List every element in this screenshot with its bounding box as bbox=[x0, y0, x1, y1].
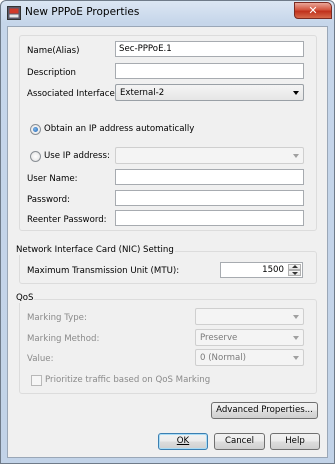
nic-group-title: Network Interface Card (NIC) Setting bbox=[15, 245, 175, 255]
marking-method-value: Preserve bbox=[200, 333, 238, 343]
mtu-spin-buttons bbox=[288, 264, 301, 276]
obtain-auto-radio[interactable] bbox=[30, 124, 41, 135]
marking-method-label: Marking Method: bbox=[27, 334, 100, 344]
chevron-down-icon bbox=[293, 154, 299, 158]
ok-button[interactable]: OK bbox=[158, 433, 208, 450]
title-bar[interactable]: New PPPoE Properties ✕ bbox=[1, 1, 334, 25]
marking-method-select[interactable]: Preserve bbox=[195, 329, 304, 346]
mtu-value: 1500 bbox=[262, 265, 284, 275]
associated-interface-select[interactable]: External-2 bbox=[115, 84, 304, 101]
description-input[interactable] bbox=[115, 63, 304, 79]
password-label: Password: bbox=[27, 195, 71, 205]
window-title: New PPPoE Properties bbox=[25, 6, 140, 18]
name-label: Name(Alias) bbox=[27, 46, 80, 56]
password-input[interactable] bbox=[115, 190, 304, 206]
username-input[interactable] bbox=[115, 169, 304, 185]
associated-interface-label: Associated Interface bbox=[27, 89, 115, 99]
name-input[interactable]: Sec-PPPoE.1 bbox=[115, 41, 304, 57]
chevron-down-icon bbox=[293, 91, 299, 95]
qos-group-title: QoS bbox=[15, 293, 35, 303]
dialog-body: Name(Alias) Sec-PPPoE.1 Description Asso… bbox=[7, 26, 328, 458]
marking-type-label: Marking Type: bbox=[27, 313, 87, 323]
description-label: Description bbox=[27, 68, 76, 78]
marking-type-select[interactable] bbox=[195, 308, 304, 325]
value-label: Value: bbox=[27, 354, 54, 364]
help-button[interactable]: Help bbox=[270, 433, 320, 450]
dialog-window: New PPPoE Properties ✕ Name(Alias) Sec-P… bbox=[0, 0, 335, 464]
use-ip-select[interactable] bbox=[115, 147, 304, 164]
spin-down-icon[interactable] bbox=[288, 270, 301, 276]
help-button-label: Help bbox=[285, 436, 305, 446]
mtu-spinner[interactable]: 1500 bbox=[220, 262, 303, 278]
close-icon: ✕ bbox=[308, 4, 318, 17]
use-ip-radio[interactable] bbox=[30, 151, 41, 162]
prioritize-label[interactable]: Prioritize traffic based on QoS Marking bbox=[45, 375, 210, 385]
reenter-password-label: Reenter Password: bbox=[27, 215, 107, 225]
chevron-down-icon bbox=[293, 315, 299, 319]
use-ip-label[interactable]: Use IP address: bbox=[44, 151, 110, 161]
cancel-button-label: Cancel bbox=[224, 436, 255, 446]
chevron-down-icon bbox=[293, 336, 299, 340]
cancel-button[interactable]: Cancel bbox=[214, 433, 265, 450]
value-select-value: 0 (Normal) bbox=[200, 353, 246, 363]
reenter-password-input[interactable] bbox=[115, 210, 304, 226]
obtain-auto-label[interactable]: Obtain an IP address automatically bbox=[44, 124, 194, 134]
prioritize-checkbox[interactable] bbox=[31, 375, 42, 386]
ok-button-label: OK bbox=[176, 436, 190, 446]
mtu-label: Maximum Transmission Unit (MTU): bbox=[27, 266, 180, 276]
app-icon bbox=[7, 6, 21, 20]
close-button[interactable]: ✕ bbox=[294, 2, 332, 19]
username-label: User Name: bbox=[27, 174, 78, 184]
advanced-properties-button[interactable]: Advanced Properties... bbox=[211, 402, 318, 419]
associated-interface-value: External-2 bbox=[120, 88, 165, 98]
value-select[interactable]: 0 (Normal) bbox=[195, 349, 304, 366]
chevron-down-icon bbox=[293, 356, 299, 360]
